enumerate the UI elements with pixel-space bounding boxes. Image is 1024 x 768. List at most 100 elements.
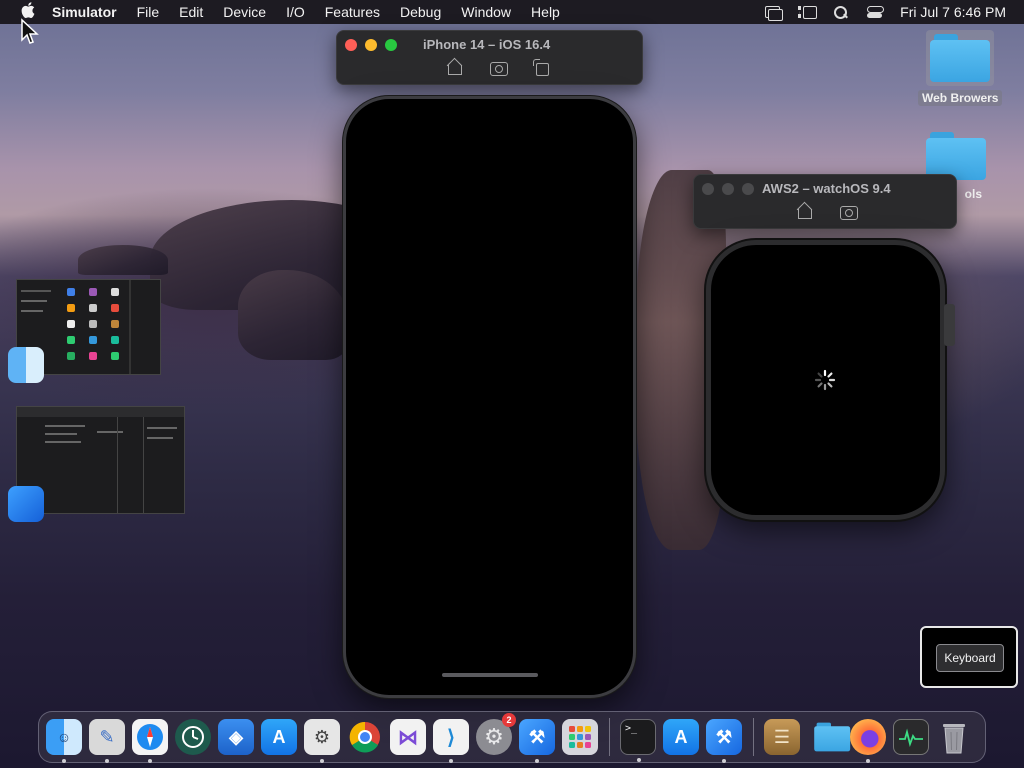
dock-trash[interactable] <box>936 719 972 755</box>
keyboard-panel: Keyboard <box>920 626 1018 688</box>
dock-vscode[interactable]: ⟩ <box>433 719 469 763</box>
dock-xcode[interactable]: ⚒ <box>519 719 555 763</box>
iphone-screen[interactable] <box>343 96 636 698</box>
thumb-panel-divider <box>117 417 118 513</box>
dock-sketch-pad[interactable]: ✎ <box>89 719 125 763</box>
vscode-icon: ⟩ <box>447 726 455 749</box>
dock: ☺ ✎ ◈ A ⚙ ⋈ ⟩ ⚙ 2 ⚒ >_ A ⚒ ☰ <box>38 711 986 763</box>
wallpaper-island-far <box>78 245 168 275</box>
zoom-button[interactable] <box>742 183 754 195</box>
watch-simulator-title: AWS2 – watchOS 9.4 <box>762 181 891 196</box>
thumb-code-line <box>45 441 81 443</box>
dock-safari[interactable] <box>132 719 168 763</box>
finder-icon: ☺ <box>56 729 72 745</box>
thumb-code-line <box>45 425 85 427</box>
chrome-icon <box>349 721 380 753</box>
folder-selection <box>926 30 995 86</box>
folder-icon <box>926 132 986 180</box>
instruments-icon: ⚙ <box>313 726 331 747</box>
dock-downloads-folder[interactable] <box>807 719 851 755</box>
thumb-divider <box>129 280 131 374</box>
menu-debug[interactable]: Debug <box>400 4 441 20</box>
cube-icon: ◈ <box>229 726 243 747</box>
home-icon[interactable] <box>445 59 463 75</box>
keyboard-button[interactable]: Keyboard <box>936 644 1004 672</box>
app-store-icon: A <box>674 726 688 747</box>
app-store-icon: A <box>272 726 286 747</box>
screenshot-icon[interactable] <box>839 203 858 220</box>
menu-io[interactable]: I/O <box>286 4 305 20</box>
close-button[interactable] <box>345 39 357 51</box>
iphone-simulator-toolbar[interactable]: iPhone 14 – iOS 16.4 <box>336 30 643 85</box>
zoom-button[interactable] <box>385 39 397 51</box>
desktop-folder-web-browsers[interactable]: Web Browers <box>918 30 1003 106</box>
minimize-button[interactable] <box>722 183 734 195</box>
screen-mirroring-icon[interactable] <box>764 5 784 21</box>
finder-badge-icon <box>8 347 44 383</box>
activity-graph-icon <box>899 728 923 747</box>
dock-visual-studio[interactable]: ⋈ <box>390 719 426 755</box>
watch-simulator-toolbar[interactable]: AWS2 – watchOS 9.4 <box>693 174 957 229</box>
thumb-code-line <box>97 431 123 433</box>
simulator-tools <box>795 203 858 220</box>
terminal-prompt-icon: >_ <box>625 723 638 734</box>
dock-xcode-2[interactable]: ⚒ <box>706 719 742 763</box>
thumb-icon-grid <box>67 288 119 360</box>
dock-app-store-2[interactable]: A <box>663 719 699 755</box>
window-controls <box>345 39 397 51</box>
screenshot-icon[interactable] <box>489 59 508 76</box>
digital-crown[interactable] <box>944 304 955 346</box>
dock-finder[interactable]: ☺ <box>46 719 82 763</box>
xcode-hammer-icon: ⚒ <box>528 726 546 747</box>
dock-chrome[interactable] <box>347 719 383 755</box>
loading-spinner-icon <box>814 369 836 391</box>
close-button[interactable] <box>702 183 714 195</box>
control-center-icon[interactable] <box>866 5 885 19</box>
menu-app-name[interactable]: Simulator <box>52 4 117 20</box>
dock-system-settings[interactable]: ⚙ 2 <box>476 713 516 755</box>
dock-firefox[interactable] <box>850 719 886 763</box>
window-controls <box>702 183 754 195</box>
menu-clock[interactable]: Fri Jul 7 6:46 PM <box>900 4 1006 20</box>
menu-device[interactable]: Device <box>223 4 266 20</box>
home-indicator[interactable] <box>442 673 538 677</box>
dock-terminal[interactable]: >_ <box>620 719 656 762</box>
minimize-button[interactable] <box>365 39 377 51</box>
dock-activity-monitor[interactable] <box>893 719 929 755</box>
gear-icon: ⚙ <box>484 724 504 749</box>
thumb-code-line <box>45 433 77 435</box>
menu-features[interactable]: Features <box>325 4 380 20</box>
dock-separator <box>609 718 610 756</box>
menu-window[interactable]: Window <box>461 4 511 20</box>
menu-bar: Simulator File Edit Device I/O Features … <box>0 0 1024 24</box>
desktop-folder-label: ols <box>964 187 982 201</box>
menu-edit[interactable]: Edit <box>179 4 203 20</box>
menu-help[interactable]: Help <box>531 4 560 20</box>
xcode-hammer-icon: ⚒ <box>715 726 733 747</box>
safari-compass-icon <box>137 724 163 750</box>
home-icon[interactable] <box>795 203 813 219</box>
menu-extra-icon[interactable] <box>798 5 818 19</box>
clock-icon <box>182 726 204 748</box>
dock-time-machine[interactable] <box>175 719 211 755</box>
thumb-sidebar-line <box>21 310 43 312</box>
thumb-sidebar-line <box>21 300 47 302</box>
watch-screen[interactable] <box>706 240 945 520</box>
pencil-grid-icon: ✎ <box>99 726 115 747</box>
menu-file[interactable]: File <box>137 4 160 20</box>
spotlight-search-icon[interactable] <box>832 5 850 19</box>
dock-cloud-app[interactable]: ◈ <box>218 719 254 755</box>
simulator-tools <box>445 59 551 76</box>
desktop-folder-label: Web Browers <box>918 90 1003 106</box>
dock-instruments[interactable]: ⚙ <box>304 719 340 763</box>
thumb-sidebar <box>21 290 51 292</box>
thumb-panel-divider <box>143 417 144 513</box>
dock-launchpad[interactable] <box>562 719 598 755</box>
status-area: Fri Jul 7 6:46 PM <box>764 0 1006 24</box>
thumb-code-line <box>147 437 173 439</box>
thumb-toolbar <box>17 407 184 417</box>
rotate-icon[interactable] <box>533 59 551 76</box>
dock-archive-utility[interactable]: ☰ <box>764 719 800 755</box>
xcode-badge-icon <box>8 486 44 522</box>
dock-app-store[interactable]: A <box>261 719 297 755</box>
